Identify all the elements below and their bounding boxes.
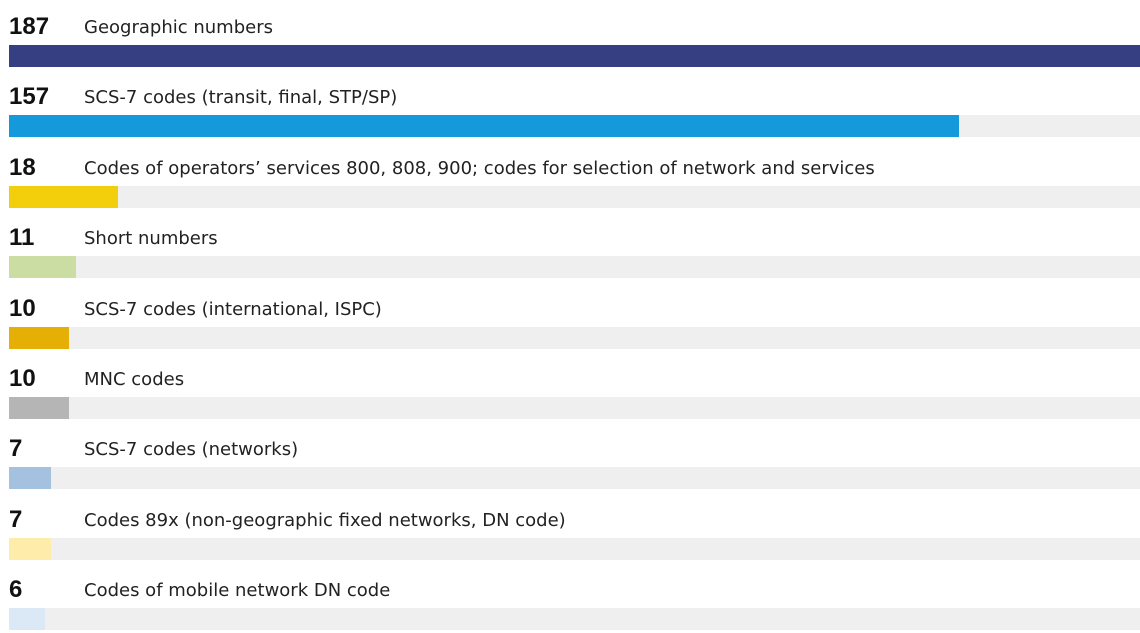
bar-category-label: Codes 89x (non-geographic fixed networks…: [84, 509, 566, 531]
bar: [9, 185, 118, 208]
bar-row: 18 Codes of operators’ services 800, 808,…: [9, 141, 1140, 211]
bar-category-label: SCS-7 codes (transit, final, STP/SP): [84, 87, 398, 109]
bar-value-label: 187: [9, 13, 50, 40]
bar-category-label: MNC codes: [84, 369, 185, 390]
bar-category-label: Geographic numbers: [84, 17, 273, 38]
bar-value-label: 18: [9, 153, 36, 181]
bar-value-label: 11: [9, 224, 35, 252]
bar: [9, 45, 1140, 67]
bar-value-label: 7: [9, 435, 23, 463]
bar-row: 6 Codes of mobile network DN code: [9, 563, 1140, 633]
bar-category-label: Codes of operators’ services 800, 808, 9…: [84, 157, 875, 179]
bar-row: 10 MNC codes: [9, 352, 1140, 422]
bar-track: [9, 256, 1140, 279]
bar: [9, 326, 69, 349]
bar-track: [9, 467, 1140, 490]
bar-row: 11 Short numbers: [9, 211, 1140, 281]
bar-chart: 187 Geographic numbers 157 SCS-7 codes (tra…: [9, 0, 1140, 631]
bar-row: 157 SCS-7 codes (transit, final, STP/SP): [9, 70, 1140, 140]
bar-track: [9, 115, 1140, 138]
bar-track: [9, 326, 1140, 349]
bar-category-label: Short numbers: [84, 228, 218, 250]
bar-track: [9, 185, 1140, 208]
bar-track: [9, 537, 1140, 560]
bar-value-label: 7: [9, 505, 23, 533]
bar: [9, 467, 51, 490]
bar-category-label: SCS-7 codes (international, ISPC): [84, 298, 382, 320]
bar: [9, 537, 51, 560]
bar-row: 7 Codes 89x (non-geographic fixed network…: [9, 493, 1140, 563]
bar: [9, 397, 69, 419]
bar-value-label: 6: [9, 576, 23, 604]
bar-value-label: 157: [9, 83, 50, 111]
bar-row: 10 SCS-7 codes (international, ISPC): [9, 282, 1140, 352]
bar-category-label: SCS-7 codes (networks): [84, 439, 299, 461]
bar-track: [9, 45, 1140, 67]
bar-value-label: 10: [9, 294, 36, 322]
bar: [9, 256, 76, 279]
bar: [9, 608, 45, 631]
bar-row: 7 SCS-7 codes (networks): [9, 422, 1140, 492]
bar: [9, 115, 959, 138]
bar-track: [9, 608, 1140, 631]
bar-category-label: Codes of mobile network DN code: [84, 580, 391, 602]
bar-value-label: 10: [9, 365, 36, 392]
bar-track: [9, 397, 1140, 419]
bar-row: 187 Geographic numbers: [9, 0, 1140, 70]
